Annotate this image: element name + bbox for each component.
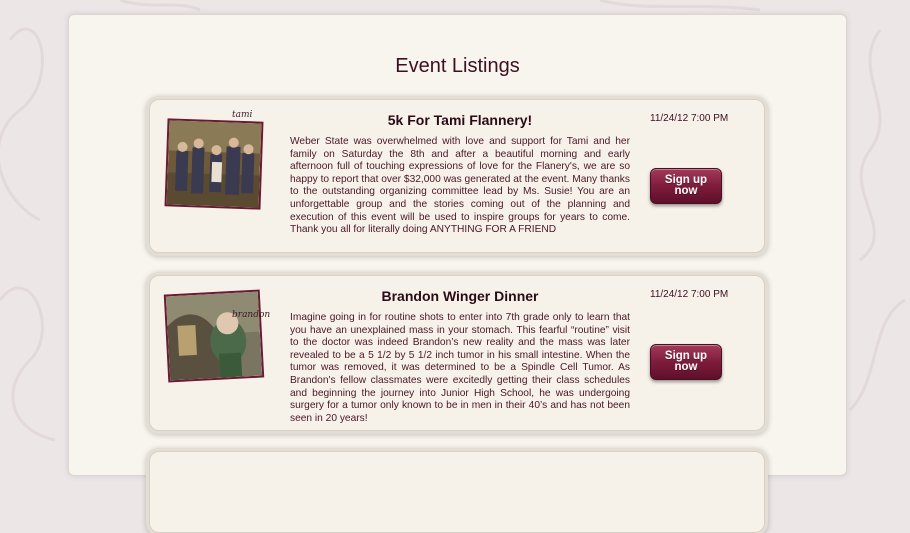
event-datetime: 11/24/12 7:00 PM bbox=[650, 113, 729, 124]
event-photo: tami bbox=[164, 110, 268, 214]
sign-up-button-label: Sign up now bbox=[664, 174, 708, 197]
event-photo-frame bbox=[164, 118, 264, 210]
event-photo-frame bbox=[163, 289, 265, 383]
sign-up-button-label: Sign up now bbox=[664, 350, 708, 373]
page-title: Event Listings bbox=[395, 55, 520, 77]
event-datetime: 11/24/12 7:00 PM bbox=[650, 289, 729, 300]
event-title: Brandon Winger Dinner bbox=[381, 288, 539, 304]
event-card: tami 5k For Tami Flannery! Weber State w… bbox=[149, 99, 765, 253]
photo-caption: brandon bbox=[232, 310, 271, 320]
sign-up-button[interactable]: Sign up now bbox=[650, 344, 722, 380]
event-photo: brandon bbox=[163, 289, 271, 390]
event-card: brandon Brandon Winger Dinner Imagine go… bbox=[149, 275, 765, 431]
family-photo-image bbox=[166, 120, 262, 208]
content-panel: Event Listings tami 5k For Tami Flannery… bbox=[68, 14, 847, 533]
sign-up-button[interactable]: Sign up now bbox=[650, 168, 722, 204]
event-description: Imagine going in for routine shots to en… bbox=[290, 312, 630, 424]
portrait-photo-image bbox=[165, 291, 263, 381]
event-card bbox=[149, 451, 765, 533]
event-description: Weber State was overwhelmed with love an… bbox=[290, 136, 630, 236]
event-title: 5k For Tami Flannery! bbox=[387, 112, 533, 128]
photo-caption: tami bbox=[232, 110, 253, 120]
